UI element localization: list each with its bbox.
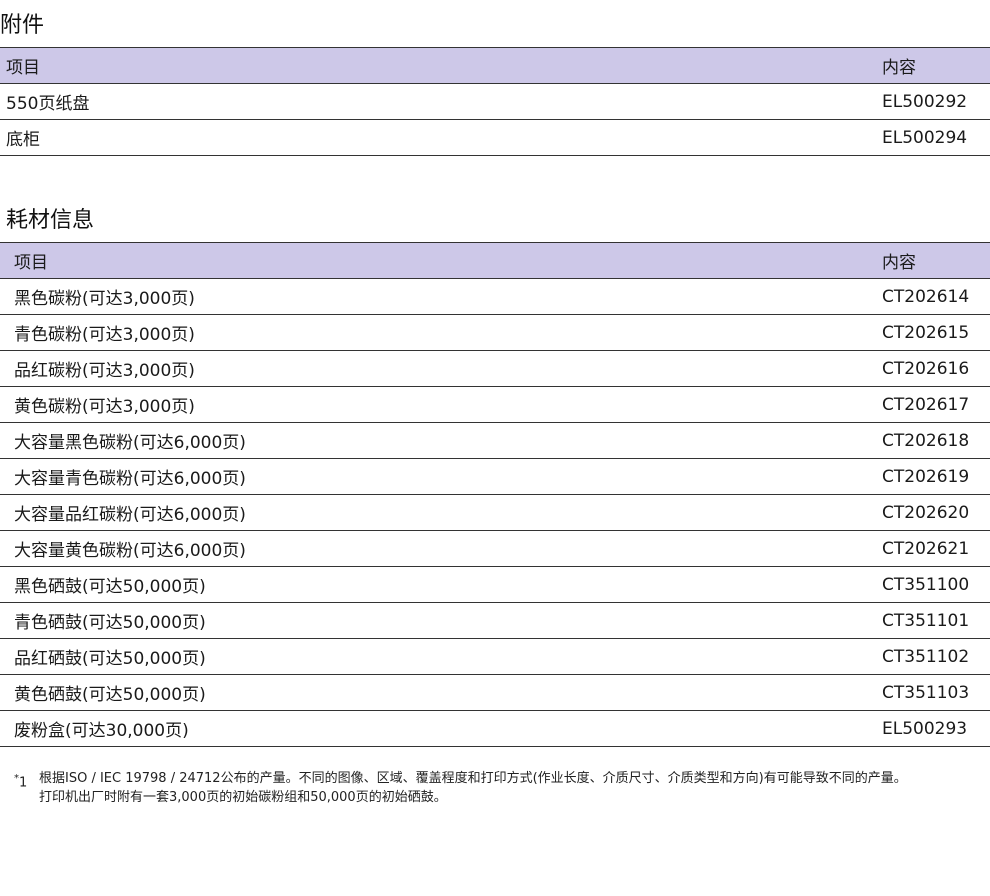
table-header-row: 项目 内容: [0, 47, 990, 84]
part-number-cell: CT202621: [876, 530, 990, 567]
item-name-cell: 大容量青色碳粉(可达6,000页): [0, 458, 876, 495]
header-content: 内容: [876, 242, 990, 279]
part-number-cell: CT202614: [876, 278, 990, 315]
item-name-cell: 550页纸盘: [0, 83, 876, 120]
table-header-row: 项目 内容: [0, 242, 990, 279]
item-name-cell: 黄色碳粉(可达3,000页): [0, 386, 876, 423]
part-number-cell: CT202617: [876, 386, 990, 423]
supplies-table: 项目 内容 黑色碳粉(可达3,000页) CT202614 青色碳粉(可达3,000…: [0, 242, 990, 747]
footnote-text: 根据ISO / IEC 19798 / 24712公布的产量。不同的图像、区域、…: [39, 769, 974, 807]
item-name-cell: 大容量黄色碳粉(可达6,000页): [0, 530, 876, 567]
table-row: 大容量品红碳粉(可达6,000页) CT202620: [0, 494, 990, 531]
part-number-cell: EL500293: [876, 710, 990, 747]
footnote-line-1: 根据ISO / IEC 19798 / 24712公布的产量。不同的图像、区域、…: [39, 771, 907, 786]
item-name-cell: 底柜: [0, 119, 876, 156]
table-row: 黄色碳粉(可达3,000页) CT202617: [0, 386, 990, 423]
accessories-table-body: 550页纸盘 EL500292 底柜 EL500294: [0, 83, 990, 156]
item-name-cell: 品红硒鼓(可达50,000页): [0, 638, 876, 675]
supplies-title: 耗材信息: [6, 208, 95, 233]
part-number-cell: CT351100: [876, 566, 990, 603]
table-row: 青色硒鼓(可达50,000页) CT351101: [0, 602, 990, 639]
part-number-cell: CT202615: [876, 314, 990, 351]
item-name-cell: 黄色硒鼓(可达50,000页): [0, 674, 876, 711]
header-item: 项目: [0, 47, 876, 84]
table-row: 550页纸盘 EL500292: [0, 83, 990, 120]
table-row: 品红硒鼓(可达50,000页) CT351102: [0, 638, 990, 675]
table-row: 大容量黄色碳粉(可达6,000页) CT202621: [0, 530, 990, 567]
item-name-cell: 品红碳粉(可达3,000页): [0, 350, 876, 387]
item-name-cell: 黑色硒鼓(可达50,000页): [0, 566, 876, 603]
part-number-cell: EL500294: [876, 119, 990, 156]
part-number-cell: CT351101: [876, 602, 990, 639]
accessories-title: 附件: [0, 13, 45, 38]
part-number-cell: CT202620: [876, 494, 990, 531]
table-row: 黑色碳粉(可达3,000页) CT202614: [0, 278, 990, 315]
header-item: 项目: [0, 242, 876, 279]
part-number-cell: CT202618: [876, 422, 990, 459]
part-number-cell: EL500292: [876, 83, 990, 120]
item-name-cell: 青色碳粉(可达3,000页): [0, 314, 876, 351]
footnote-number: 1: [19, 775, 28, 791]
item-name-cell: 青色硒鼓(可达50,000页): [0, 602, 876, 639]
item-name-cell: 黑色碳粉(可达3,000页): [0, 278, 876, 315]
header-content: 内容: [876, 47, 990, 84]
part-number-cell: CT351102: [876, 638, 990, 675]
table-row: 青色碳粉(可达3,000页) CT202615: [0, 314, 990, 351]
item-name-cell: 废粉盒(可达30,000页): [0, 710, 876, 747]
table-row: 大容量青色碳粉(可达6,000页) CT202619: [0, 458, 990, 495]
table-row: 黄色硒鼓(可达50,000页) CT351103: [0, 674, 990, 711]
part-number-cell: CT202616: [876, 350, 990, 387]
footnote: *1 根据ISO / IEC 19798 / 24712公布的产量。不同的图像、…: [14, 769, 974, 807]
table-row: 品红碳粉(可达3,000页) CT202616: [0, 350, 990, 387]
item-name-cell: 大容量黑色碳粉(可达6,000页): [0, 422, 876, 459]
supplies-table-body: 黑色碳粉(可达3,000页) CT202614 青色碳粉(可达3,000页) CT20…: [0, 278, 990, 747]
accessories-table: 项目 内容 550页纸盘 EL500292 底柜 EL500294: [0, 47, 990, 156]
table-row: 黑色硒鼓(可达50,000页) CT351100: [0, 566, 990, 603]
part-number-cell: CT351103: [876, 674, 990, 711]
item-name-cell: 大容量品红碳粉(可达6,000页): [0, 494, 876, 531]
table-row: 废粉盒(可达30,000页) EL500293: [0, 710, 990, 747]
table-row: 底柜 EL500294: [0, 119, 990, 156]
part-number-cell: CT202619: [876, 458, 990, 495]
footnote-marker: *1: [14, 769, 38, 792]
footnote-line-2: 打印机出厂时附有一套3,000页的初始碳粉组和50,000页的初始硒鼓。: [39, 790, 447, 805]
table-row: 大容量黑色碳粉(可达6,000页) CT202618: [0, 422, 990, 459]
